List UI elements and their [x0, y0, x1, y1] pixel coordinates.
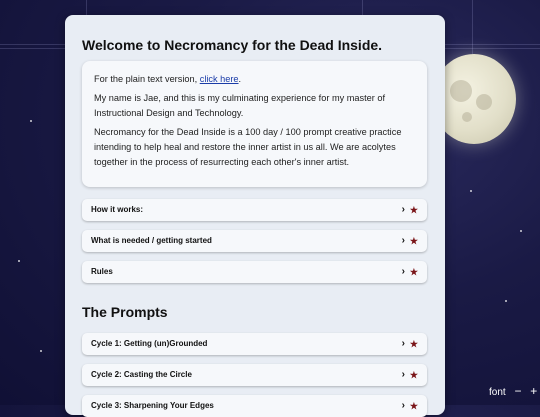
- star: [18, 260, 20, 262]
- star-icon: ★: [409, 267, 418, 277]
- plain-text-suffix: .: [238, 74, 242, 84]
- plain-text-line: For the plain text version, click here.: [94, 72, 415, 87]
- intro-card: For the plain text version, click here. …: [82, 61, 427, 187]
- accordion-how-it-works[interactable]: How it works: › ★: [82, 199, 427, 221]
- accordion-rules[interactable]: Rules › ★: [82, 261, 427, 283]
- font-label: font: [489, 387, 506, 398]
- chevron-right-icon: ›: [401, 338, 405, 349]
- star-icon: ★: [409, 401, 418, 411]
- accordion-label: What is needed / getting started: [91, 236, 212, 245]
- accordion-cycle-3[interactable]: Cycle 3: Sharpening Your Edges › ★: [82, 395, 427, 417]
- accordion-label: Cycle 1: Getting (un)Grounded: [91, 339, 208, 348]
- accordion-getting-started[interactable]: What is needed / getting started › ★: [82, 230, 427, 252]
- accordion-label: Cycle 3: Sharpening Your Edges: [91, 401, 214, 410]
- star-icon: ★: [409, 205, 418, 215]
- accordion-label: How it works:: [91, 205, 144, 214]
- main-panel: Welcome to Necromancy for the Dead Insid…: [65, 15, 445, 417]
- font-increase-button[interactable]: +: [530, 384, 537, 398]
- chevron-right-icon: ›: [401, 369, 405, 380]
- font-size-controls: font − +: [489, 384, 540, 398]
- accordion-label: Rules: [91, 267, 113, 276]
- intro-paragraph-author: My name is Jae, and this is my culminati…: [94, 93, 386, 118]
- star-icon: ★: [409, 339, 418, 349]
- star-icon: ★: [409, 236, 418, 246]
- accordion-cycle-2[interactable]: Cycle 2: Casting the Circle › ★: [82, 364, 427, 386]
- plain-text-prefix: For the plain text version,: [94, 74, 200, 84]
- intro-paragraph-description: Necromancy for the Dead Inside is a 100 …: [94, 127, 402, 167]
- page-title: Welcome to Necromancy for the Dead Insid…: [82, 37, 383, 53]
- star: [30, 120, 32, 122]
- chevron-right-icon: ›: [401, 235, 405, 246]
- star: [505, 300, 507, 302]
- moon-crater: [450, 80, 472, 102]
- chevron-right-icon: ›: [401, 204, 405, 215]
- moon-crater: [462, 112, 472, 122]
- star: [40, 350, 42, 352]
- star-icon: ★: [409, 370, 418, 380]
- font-decrease-button[interactable]: −: [514, 384, 521, 398]
- moon-crater: [476, 94, 492, 110]
- accordion-cycle-1[interactable]: Cycle 1: Getting (un)Grounded › ★: [82, 333, 427, 355]
- grid-line: [472, 0, 473, 60]
- plain-text-link[interactable]: click here: [200, 74, 239, 84]
- accordion-label: Cycle 2: Casting the Circle: [91, 370, 192, 379]
- chevron-right-icon: ›: [401, 266, 405, 277]
- star: [470, 190, 472, 192]
- prompts-heading: The Prompts: [82, 304, 168, 320]
- chevron-right-icon: ›: [401, 400, 405, 411]
- star: [520, 230, 522, 232]
